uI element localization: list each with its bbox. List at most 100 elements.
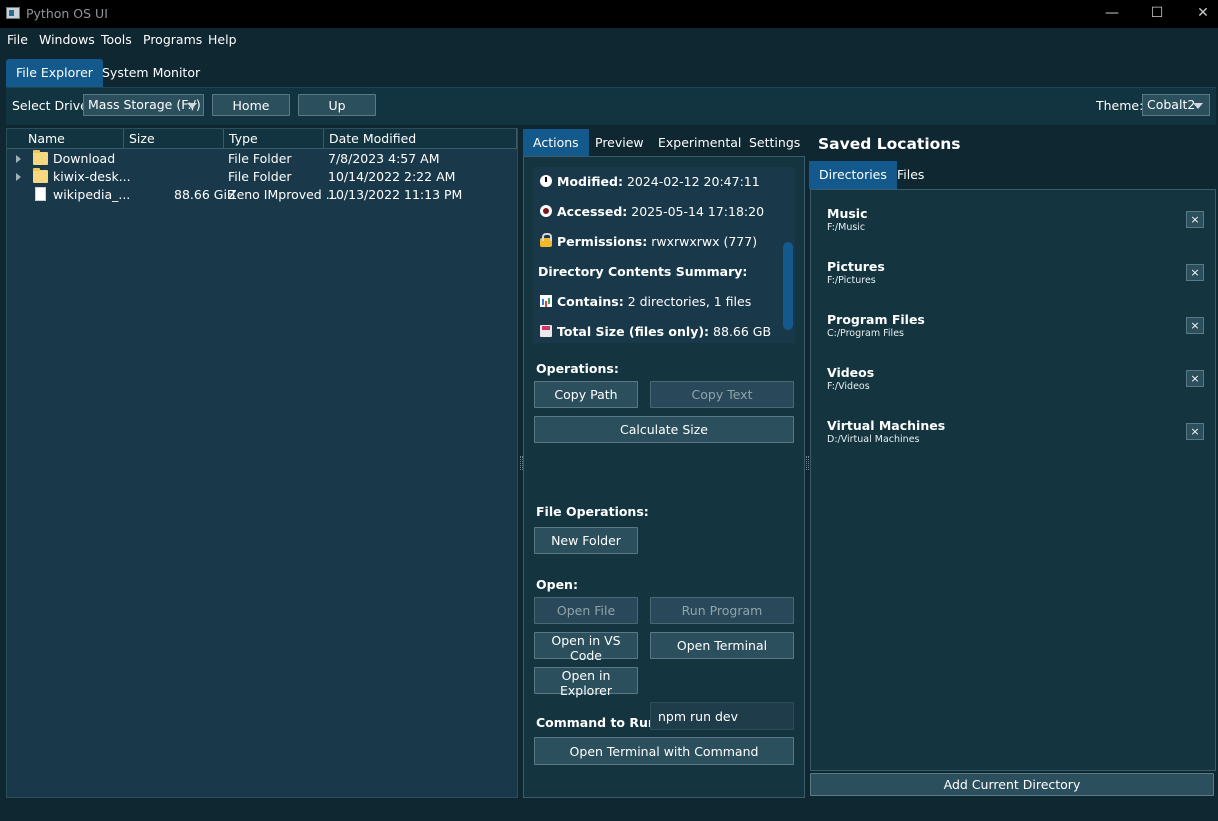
- operations-label: Operations:: [536, 361, 619, 376]
- theme-select-value: Cobalt2: [1147, 97, 1196, 112]
- minimize-button[interactable]: —: [1089, 0, 1135, 28]
- run-program-button[interactable]: Run Program: [650, 597, 794, 624]
- saved-item-path: C:/Program Files: [827, 328, 904, 339]
- contains-value: 2 directories, 1 files: [627, 294, 752, 309]
- row-type: File Folder: [228, 169, 292, 184]
- remove-saved-button[interactable]: ×: [1186, 423, 1204, 440]
- table-row[interactable]: wikipedia_... 88.66 GiB Zeno IMproved ..…: [7, 186, 517, 204]
- tab-system-monitor[interactable]: System Monitor: [92, 59, 210, 87]
- remove-saved-button[interactable]: ×: [1186, 211, 1204, 228]
- theme-label: Theme:: [1096, 98, 1144, 113]
- home-button[interactable]: Home: [212, 94, 290, 116]
- modified-label: Modified:: [557, 174, 623, 189]
- window-title: Python OS UI: [26, 6, 108, 21]
- file-tree[interactable]: Name Size Type Date Modified Download Fi…: [6, 128, 518, 798]
- saved-item-name[interactable]: Program Files: [827, 312, 925, 327]
- saved-item-name[interactable]: Virtual Machines: [827, 418, 945, 433]
- new-folder-button[interactable]: New Folder: [534, 527, 638, 554]
- saved-item-name[interactable]: Videos: [827, 365, 874, 380]
- open-file-button[interactable]: Open File: [534, 597, 638, 624]
- tab-file-explorer[interactable]: File Explorer: [6, 59, 103, 87]
- splitter-handle[interactable]: [806, 456, 809, 470]
- saved-item-path: F:/Videos: [827, 381, 870, 392]
- row-name: kiwix-desk...: [53, 169, 131, 184]
- row-date: 7/8/2023 4:57 AM: [328, 151, 440, 166]
- menu-windows[interactable]: Windows: [39, 32, 95, 47]
- column-header-type[interactable]: Type: [224, 129, 324, 149]
- tab-directories[interactable]: Directories: [809, 161, 897, 189]
- saved-item-path: F:/Pictures: [827, 275, 876, 286]
- status-bar: [0, 800, 1218, 821]
- dropdown-arrow-icon: [1193, 103, 1203, 109]
- column-header-name[interactable]: Name: [7, 129, 124, 149]
- row-name: Download: [53, 151, 116, 166]
- tab-actions[interactable]: Actions: [523, 129, 589, 156]
- open-terminal-with-command-button[interactable]: Open Terminal with Command: [534, 737, 794, 765]
- table-row[interactable]: Download File Folder 7/8/2023 4:57 AM: [7, 150, 517, 168]
- row-name: wikipedia_...: [53, 187, 131, 202]
- open-label: Open:: [536, 577, 578, 592]
- command-label: Command to Run:: [536, 715, 662, 730]
- menu-tools[interactable]: Tools: [101, 32, 132, 47]
- modified-value: 2024-02-12 20:47:11: [626, 174, 760, 189]
- row-type: Zeno IMproved ...: [228, 187, 338, 202]
- add-current-directory-button[interactable]: Add Current Directory: [810, 773, 1214, 796]
- table-row[interactable]: kiwix-desk... File Folder 10/14/2022 2:2…: [7, 168, 517, 186]
- row-date: 10/13/2022 11:13 PM: [328, 187, 463, 202]
- expand-arrow-icon[interactable]: [16, 155, 21, 163]
- menu-bar: File Windows Tools Programs Help: [0, 28, 1218, 52]
- copy-path-button[interactable]: Copy Path: [534, 381, 638, 408]
- menu-help[interactable]: Help: [208, 32, 237, 47]
- permissions-value: rwxrwxrwx (777): [651, 234, 758, 249]
- expand-arrow-icon[interactable]: [16, 173, 21, 181]
- open-vscode-button[interactable]: Open in VS Code: [534, 632, 638, 663]
- saved-item-path: F:/Music: [827, 222, 866, 233]
- info-contains: Contains: 2 directories, 1 files: [540, 294, 751, 309]
- calculate-size-button[interactable]: Calculate Size: [534, 416, 794, 443]
- drive-label: Select Drive:: [12, 98, 93, 113]
- theme-select[interactable]: Cobalt2: [1142, 94, 1210, 116]
- clock-icon: [540, 175, 552, 187]
- row-size: 88.66 GiB: [174, 187, 236, 202]
- column-header-size[interactable]: Size: [124, 129, 224, 149]
- file-icon: [35, 187, 46, 201]
- row-type: File Folder: [228, 151, 292, 166]
- saved-locations-title: Saved Locations: [818, 135, 961, 153]
- eye-icon: [540, 205, 552, 217]
- info-scroll-area[interactable]: [533, 167, 795, 343]
- dropdown-arrow-icon: [187, 103, 197, 109]
- saved-item-name[interactable]: Pictures: [827, 259, 885, 274]
- tab-preview[interactable]: Preview: [585, 129, 654, 156]
- command-input[interactable]: [650, 702, 794, 730]
- remove-saved-button[interactable]: ×: [1186, 370, 1204, 387]
- open-terminal-button[interactable]: Open Terminal: [650, 632, 794, 659]
- permissions-label: Permissions:: [557, 234, 648, 249]
- info-permissions: Permissions: rwxrwxrwx (777): [540, 233, 758, 249]
- lock-icon: [540, 233, 552, 247]
- remove-saved-button[interactable]: ×: [1186, 264, 1204, 281]
- saved-item-path: D:/Virtual Machines: [827, 434, 920, 445]
- drive-select[interactable]: Mass Storage (F:/): [83, 94, 204, 116]
- maximize-button[interactable]: ☐: [1134, 0, 1180, 28]
- total-label: Total Size (files only):: [557, 324, 710, 339]
- open-explorer-button[interactable]: Open in Explorer: [534, 667, 638, 698]
- saved-item-name[interactable]: Music: [827, 206, 867, 221]
- info-total-size: Total Size (files only): 88.66 GB: [540, 324, 771, 339]
- menu-programs[interactable]: Programs: [143, 32, 202, 47]
- total-value: 88.66 GB: [713, 324, 772, 339]
- scrollbar-thumb[interactable]: [783, 242, 793, 330]
- up-button[interactable]: Up: [298, 94, 376, 116]
- tab-files[interactable]: Files: [887, 161, 934, 189]
- accessed-label: Accessed:: [557, 204, 628, 219]
- summary-heading: Directory Contents Summary:: [538, 264, 748, 279]
- close-button[interactable]: ✕: [1180, 0, 1218, 28]
- menu-file[interactable]: File: [7, 32, 28, 47]
- tab-settings[interactable]: Settings: [739, 129, 810, 156]
- column-header-date[interactable]: Date Modified: [324, 129, 517, 149]
- tab-experimental[interactable]: Experimental: [648, 129, 751, 156]
- remove-saved-button[interactable]: ×: [1186, 317, 1204, 334]
- copy-text-button[interactable]: Copy Text: [650, 381, 794, 408]
- disk-icon: [540, 325, 552, 337]
- folder-icon: [33, 150, 48, 165]
- drive-select-value: Mass Storage (F:/): [88, 97, 201, 112]
